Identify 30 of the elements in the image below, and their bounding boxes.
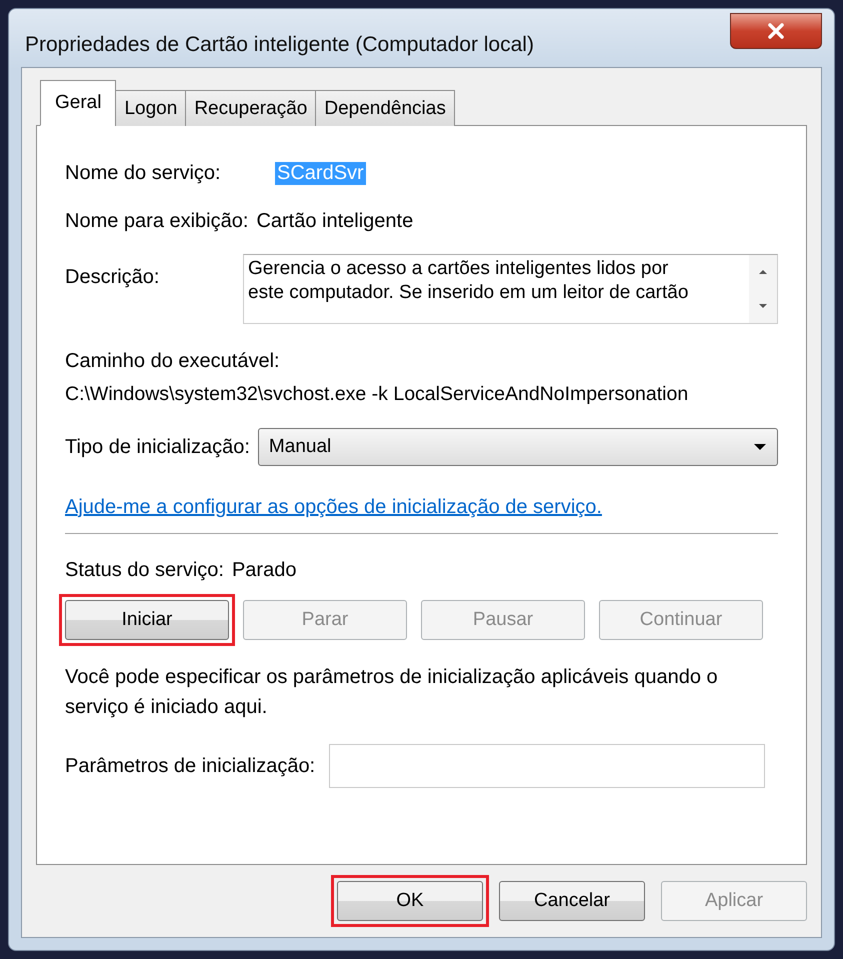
caret-icon [753, 443, 767, 451]
field-label: Caminho do executável: [65, 350, 281, 373]
field-label: Tipo de inicialização: [65, 436, 250, 458]
tab[interactable]: Dependências [315, 90, 455, 126]
start-parameters-field[interactable] [329, 744, 766, 788]
dialog-button[interactable]: Cancelar [499, 881, 645, 921]
tab[interactable]: Recuperação [185, 90, 316, 126]
tab[interactable]: Logon [115, 90, 186, 126]
close-icon [767, 23, 785, 39]
field-label: Nome do serviço: [65, 162, 222, 184]
dialog-button[interactable]: OK [337, 881, 483, 921]
help-link[interactable]: Ajude-me a configurar as opções de inicialização de serviço. [65, 496, 602, 519]
field-label: Nome para exibição: [65, 210, 248, 232]
close-button[interactable] [730, 13, 822, 49]
field-label: Parâmetros de inicialização: [65, 754, 316, 778]
service-button[interactable]: Iniciar [65, 600, 229, 640]
scrollbar[interactable] [749, 255, 777, 323]
display-name-value: Cartão inteligente [256, 210, 414, 232]
field-label: Descrição: [65, 265, 160, 289]
service-status-value: Parado [232, 559, 296, 582]
tab[interactable]: Geral [40, 80, 116, 126]
parameters-note: Você pode especificar os parâmetros de inicialização aplicáveis quando o serviço é iniciado aqui. [65, 665, 719, 720]
field-label: Status do serviço: [65, 559, 224, 582]
service-name-value: SCardSvr [275, 162, 366, 184]
scroll-down-icon [758, 302, 768, 310]
startup-type-dropdown[interactable]: Manual [258, 428, 778, 466]
executable-path: C:\Windows\system32\svchost.exe -k LocalServiceAndNoImpersonation [65, 383, 690, 406]
scroll-up-icon [758, 268, 768, 276]
window-title: Propriedades de Cartão inteligente (Computador local) [25, 33, 534, 57]
description-box[interactable]: Gerencia o acesso a cartões inteligentes lidos por este computador. Se inserido em um leitor de cartão [243, 254, 778, 324]
